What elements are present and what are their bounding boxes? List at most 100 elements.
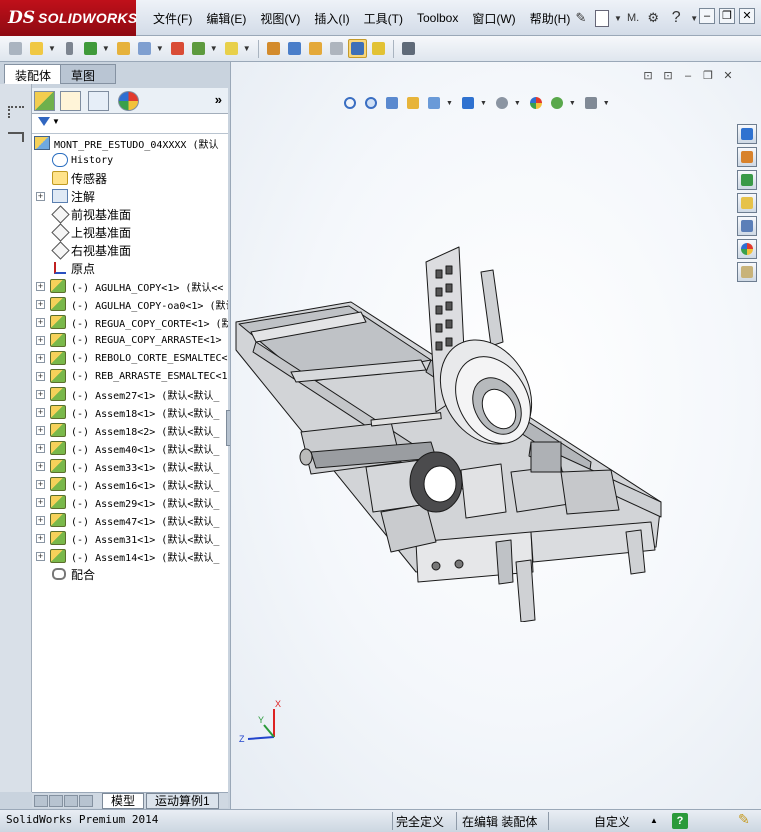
speedpak-icon[interactable] <box>369 39 388 58</box>
tree-item-component[interactable]: + (-) AGULHA_COPY<1> (默认<< <box>32 277 228 295</box>
view-settings-icon[interactable] <box>582 94 600 112</box>
tab-sketch[interactable]: 草图 <box>60 64 116 84</box>
tree-item-front-plane[interactable]: 前视基准面 <box>32 204 228 224</box>
displaymanager-icon[interactable] <box>118 91 139 111</box>
menu-insert[interactable]: 插入(I) <box>307 10 356 27</box>
tab-assembly[interactable]: 装配体 <box>4 64 63 84</box>
viewport-minimize-button[interactable]: – <box>681 70 695 83</box>
propertymanager-icon[interactable] <box>60 91 81 111</box>
tree-filter-bar[interactable]: ▼ <box>32 114 228 134</box>
help-icon[interactable]: ? <box>667 8 685 28</box>
previous-view-icon[interactable] <box>383 94 401 112</box>
minimize-button[interactable]: – <box>699 8 715 24</box>
expand-icon[interactable]: + <box>36 479 45 489</box>
tree-item-mates[interactable]: 配合 <box>32 565 228 583</box>
edit-appearance-icon[interactable] <box>527 94 545 112</box>
viewport-restore-button[interactable]: ❐ <box>701 70 715 83</box>
last-tab-icon[interactable] <box>79 795 93 807</box>
home-icon[interactable] <box>737 147 757 167</box>
restore-button[interactable]: ❐ <box>719 8 735 24</box>
hide-show-items-icon[interactable] <box>493 94 511 112</box>
tree-item-component[interactable]: + (-) Assem47<1> (默认<默认_ <box>32 511 228 529</box>
expand-icon[interactable]: + <box>36 407 45 417</box>
tree-item-top-plane[interactable]: 上视基准面 <box>32 222 228 242</box>
file-explorer-icon[interactable] <box>737 193 757 213</box>
expand-icon[interactable]: + <box>36 317 45 327</box>
expand-icon[interactable]: + <box>36 299 45 309</box>
insert-components-icon[interactable] <box>6 39 25 58</box>
units-dropdown-chevron-icon[interactable]: ▲ <box>650 816 658 825</box>
move-component-icon[interactable] <box>135 39 154 58</box>
help-dropdown-chevron-icon[interactable]: ▼ <box>690 8 698 28</box>
featuremanager-tree-icon[interactable] <box>34 91 55 111</box>
expand-icon[interactable]: + <box>36 443 45 453</box>
expand-icon[interactable]: + <box>36 461 45 471</box>
tree-item-origin[interactable]: 原点 <box>32 259 228 277</box>
next-tab-icon[interactable] <box>64 795 78 807</box>
design-library-icon[interactable] <box>737 170 757 190</box>
filter-dropdown-chevron-icon[interactable]: ▼ <box>52 117 60 126</box>
tree-item-component[interactable]: + (-) Assem18<2> (默认<默认_ <box>32 421 228 439</box>
configurationmanager-icon[interactable] <box>88 91 109 111</box>
options-icon[interactable]: ⚙ <box>644 8 662 28</box>
tree-item-component[interactable]: + (-) Assem14<1> (默认<默认_ <box>32 547 228 565</box>
new-document-icon[interactable] <box>595 9 609 27</box>
tree-root-assembly[interactable]: MONT_PRE_ESTUDO_04XXXX (默认 <box>32 134 228 152</box>
filter-icon[interactable] <box>38 117 50 129</box>
assembly-3d-model[interactable] <box>231 242 761 622</box>
instant-3d-icon[interactable] <box>347 39 367 58</box>
graphics-area[interactable]: ⊡ ⊡ – ❐ ✕ ▼ ▼ ▼ ▼ ▼ X Z Y <box>230 62 761 809</box>
expand-icon[interactable]: + <box>36 425 45 435</box>
tree-item-component[interactable]: + (-) Assem40<1> (默认<默认_ <box>32 439 228 457</box>
assembly-features-icon[interactable] <box>189 39 208 58</box>
expand-icon[interactable]: + <box>36 533 45 543</box>
tile-left-icon[interactable]: ⊡ <box>641 70 655 83</box>
bill-of-materials-icon[interactable] <box>264 39 283 58</box>
expand-icon[interactable]: + <box>36 515 45 525</box>
tree-item-component[interactable]: + (-) REB_ARRASTE_ESMALTEC<1 <box>32 367 228 385</box>
display-style-icon[interactable] <box>459 94 477 112</box>
sketch-grid-icon[interactable] <box>8 106 24 118</box>
tree-item-right-plane[interactable]: 右视基准面 <box>32 240 228 260</box>
linear-pattern-icon[interactable] <box>81 39 100 58</box>
tree-item-sensors[interactable]: 传感器 <box>32 169 228 187</box>
menu-file[interactable]: 文件(F) <box>146 10 199 27</box>
new-dropdown-chevron-icon[interactable]: ▼ <box>614 8 622 28</box>
expand-icon[interactable]: + <box>36 551 45 561</box>
smart-fasteners-icon[interactable] <box>114 39 133 58</box>
tree-item-component[interactable]: + (-) Assem29<1> (默认<默认_ <box>32 493 228 511</box>
tree-item-component[interactable]: + (-) REGUA_COPY_ARRASTE<1> ( <box>32 331 228 349</box>
show-hidden-icon[interactable] <box>168 39 187 58</box>
view-palette-icon[interactable] <box>737 216 757 236</box>
tab-model[interactable]: 模型 <box>102 793 145 809</box>
expand-icon[interactable]: + <box>36 497 45 507</box>
tree-item-history[interactable]: History <box>32 151 228 169</box>
tree-item-component[interactable]: + (-) Assem31<1> (默认<默认_ <box>32 529 228 547</box>
solidworks-resources-icon[interactable] <box>737 124 757 144</box>
tree-item-component[interactable]: + (-) REGUA_COPY_CORTE<1> (默 <box>32 313 228 331</box>
new-part-icon[interactable] <box>27 39 46 58</box>
interference-detection-icon[interactable] <box>327 39 346 58</box>
exploded-view-icon[interactable] <box>285 39 304 58</box>
tree-item-component[interactable]: + (-) REBOLO_CORTE_ESMALTEC< <box>32 349 228 367</box>
view-orientation-icon[interactable] <box>425 94 443 112</box>
pin-icon[interactable]: ✎ <box>572 8 590 28</box>
tree-item-component[interactable]: + (-) AGULHA_COPY-oa0<1> (默认 <box>32 295 228 313</box>
first-tab-icon[interactable] <box>34 795 48 807</box>
sketch-line-icon[interactable] <box>8 132 24 142</box>
quick-tips-icon[interactable]: ? <box>672 813 688 829</box>
explode-line-sketch-icon[interactable] <box>306 39 325 58</box>
expand-icon[interactable]: + <box>36 191 45 201</box>
tree-item-component[interactable]: + (-) Assem33<1> (默认<默认_ <box>32 457 228 475</box>
units-status[interactable]: 自定义 <box>594 813 630 830</box>
expand-icon[interactable]: + <box>36 353 45 363</box>
tree-item-component[interactable]: + (-) Assem16<1> (默认<默认_ <box>32 475 228 493</box>
mate-icon[interactable] <box>60 39 79 58</box>
expand-panels-icon[interactable]: » <box>215 92 222 107</box>
menu-edit[interactable]: 编辑(E) <box>199 10 253 27</box>
section-view-icon[interactable] <box>404 94 422 112</box>
menu-help[interactable]: 帮助(H) <box>523 10 578 27</box>
zoom-to-fit-icon[interactable] <box>341 94 359 112</box>
reference-geometry-icon[interactable] <box>222 39 241 58</box>
menu-view[interactable]: 视图(V) <box>253 10 307 27</box>
